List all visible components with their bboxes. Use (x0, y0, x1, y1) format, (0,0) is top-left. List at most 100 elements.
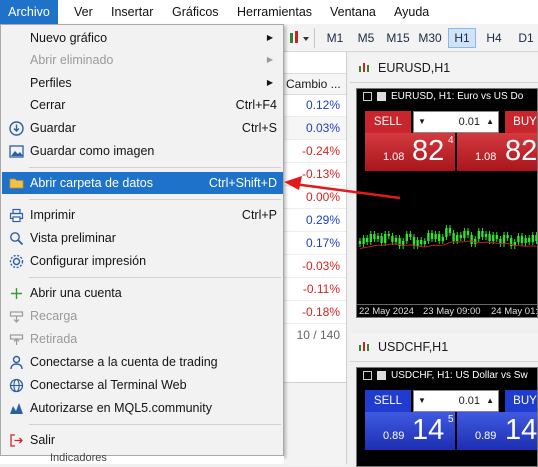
chart-canvas[interactable]: USDCHF, H1: US Dollar vs Sw SELL ▼ 0.01 … (356, 367, 538, 467)
printer-icon (9, 208, 24, 223)
tf-h4[interactable]: H4 (480, 28, 508, 48)
file-menu: Nuevo gráfico ▶ Abrir eliminado ▶ Perfiles… (0, 24, 284, 456)
menu-item-abrir-eliminado[interactable]: Abrir eliminado ▶ (2, 49, 283, 71)
chart-window-title[interactable]: EURUSD,H1 (350, 54, 538, 83)
candle-body (506, 235, 509, 238)
lot-decrease-icon[interactable]: ▼ (418, 112, 426, 132)
chart-window-usdchf: USDCHF,H1 USDCHF, H1: US Dollar vs Sw SE… (350, 333, 538, 467)
candle-body (380, 236, 383, 243)
tf-h1[interactable]: H1 (448, 28, 476, 48)
menu-item-conectarse-cuenta[interactable]: Conectarse a la cuenta de trading (2, 351, 283, 373)
plus-icon (11, 288, 22, 299)
menu-item-guardar-imagen[interactable]: Guardar como imagen (2, 140, 283, 162)
menu-item-salir[interactable]: Salir (2, 429, 283, 451)
candle-body (441, 237, 444, 241)
ask-price[interactable]: 0.89 14 (457, 412, 537, 450)
chart-header: USDCHF, H1: US Dollar vs Sw (357, 368, 537, 384)
time-axis: 22 May 2024 23 May 09:00 24 May 01:0 (357, 304, 538, 317)
trade-panel-icon[interactable] (363, 371, 372, 380)
candle-body (409, 234, 412, 237)
folder-icon (9, 178, 24, 189)
candle-body (423, 241, 426, 244)
menu-item-perfiles[interactable]: Perfiles ▶ (2, 72, 283, 94)
menu-item-terminal-web[interactable]: Conectarse al Terminal Web (2, 374, 283, 396)
change-cell: -0.11% (284, 278, 346, 301)
timeframe-toolbar: M1 M5 M15 M30 H1 H4 D1 (284, 24, 538, 52)
tf-m30[interactable]: M30 (416, 28, 444, 48)
moving-average-line (359, 240, 537, 249)
symbol-flag-icon (377, 371, 386, 380)
chart-header: EURUSD, H1: Euro vs US Do (357, 89, 537, 105)
menu-item-nuevo-grafico[interactable]: Nuevo gráfico ▶ (2, 27, 283, 49)
bid-price[interactable]: 1.08 82 4 (365, 133, 455, 171)
withdraw-icon (9, 334, 24, 345)
menu-ayuda[interactable]: Ayuda (394, 0, 429, 24)
menu-item-recarga[interactable]: Recarga (2, 305, 283, 327)
user-icon (10, 355, 23, 370)
lot-increase-icon[interactable]: ▲ (486, 112, 494, 132)
candle-body (384, 234, 387, 243)
submenu-arrow-icon: ▶ (266, 33, 273, 42)
menu-separator (29, 424, 281, 425)
menu-item-abrir-cuenta[interactable]: Abrir una cuenta (2, 282, 283, 304)
candle-body (394, 238, 398, 242)
menu-item-imprimir[interactable]: Imprimir Ctrl+P (2, 204, 283, 226)
lot-increase-icon[interactable]: ▲ (486, 391, 494, 411)
menu-item-guardar[interactable]: Guardar Ctrl+S (2, 117, 283, 139)
candle-body (391, 236, 394, 242)
change-cell: 0.29% (284, 209, 346, 232)
chart-type-button[interactable] (288, 29, 310, 47)
menu-item-vista-preliminar[interactable]: Vista preliminar (2, 227, 283, 249)
change-cell: 0.17% (284, 232, 346, 255)
menu-item-mql5-community[interactable]: Autorizarse en MQL5.community (2, 397, 283, 419)
menu-herramientas[interactable]: Herramientas (237, 0, 312, 24)
change-cell: 0.12% (284, 94, 346, 117)
candle-body (481, 231, 484, 237)
tf-m1[interactable]: M1 (321, 28, 349, 48)
menu-ventana[interactable]: Ventana (330, 0, 376, 24)
menu-bar: Archivo Ver Insertar Gráficos Herramient… (0, 0, 538, 25)
sell-button[interactable]: SELL (365, 111, 411, 133)
candle-body (492, 235, 495, 241)
mql5-icon (10, 403, 23, 414)
candle-body (463, 231, 466, 238)
buy-button[interactable]: BUY (505, 111, 537, 133)
menu-insertar[interactable]: Insertar (111, 0, 153, 24)
menu-item-cerrar[interactable]: Cerrar Ctrl+F4 (2, 94, 283, 116)
buy-button[interactable]: BUY (505, 390, 537, 412)
candle-body (412, 237, 416, 246)
tf-m5[interactable]: M5 (352, 28, 380, 48)
tf-d1[interactable]: D1 (512, 28, 538, 48)
sell-button[interactable]: SELL (365, 390, 411, 412)
navigator-remnant: Indicadores (0, 452, 284, 464)
menu-item-abrir-carpeta-datos[interactable]: Abrir carpeta de datos Ctrl+Shift+D (2, 172, 283, 194)
menu-graficos[interactable]: Gráficos (172, 0, 219, 24)
menu-item-retirada[interactable]: Retirada (2, 328, 283, 350)
column-header-change[interactable]: Cambio ... (284, 73, 346, 95)
trade-panel-icon[interactable] (363, 92, 372, 101)
chart-type-icon (290, 31, 309, 43)
menu-item-configurar-impresion[interactable]: Configurar impresión (2, 250, 283, 272)
lot-input[interactable]: ▼ 0.01 ▲ (413, 111, 499, 133)
menu-archivo[interactable]: Archivo (0, 0, 58, 24)
candle-body (517, 236, 520, 242)
symbol-flag-icon (377, 92, 386, 101)
lot-input[interactable]: ▼ 0.01 ▲ (413, 390, 499, 412)
lot-decrease-icon[interactable]: ▼ (418, 391, 426, 411)
candle-body (459, 235, 462, 238)
exit-icon (10, 434, 23, 447)
menu-ver[interactable]: Ver (74, 0, 93, 24)
chart-window-title[interactable]: USDCHF,H1 (350, 333, 538, 362)
ask-price[interactable]: 1.08 82 (457, 133, 537, 171)
candle-body (484, 234, 488, 237)
image-icon (9, 145, 24, 158)
bid-price[interactable]: 0.89 14 5 (365, 412, 455, 450)
candle-body (474, 239, 477, 244)
change-cell: -0.03% (284, 255, 346, 278)
tf-m15[interactable]: M15 (384, 28, 412, 48)
candle-body (466, 231, 470, 235)
candle-body (495, 235, 498, 239)
candle-body (430, 233, 434, 239)
candle-body (535, 235, 537, 241)
change-cell: -0.24% (284, 140, 346, 163)
